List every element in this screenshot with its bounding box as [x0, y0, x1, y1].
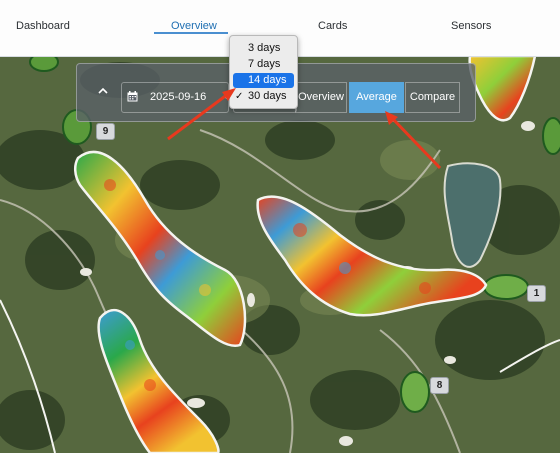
date-picker[interactable]: 2025-09-16 ⌄ — [121, 82, 231, 113]
date-value: 2025-09-16 — [150, 91, 207, 103]
view-compare-button[interactable]: Compare — [405, 82, 460, 113]
nav-cards[interactable]: Cards — [318, 20, 347, 32]
view-overview-button[interactable]: Overview — [295, 82, 347, 113]
checkmark-icon: ✓ — [235, 91, 244, 102]
range-option-30-days[interactable]: ✓ 30 days — [233, 89, 294, 104]
range-option-14-days[interactable]: 14 days — [233, 73, 294, 88]
range-option-label: 3 days — [248, 42, 281, 54]
chevron-up-icon — [98, 87, 108, 94]
range-dropdown-menu: 3 days 7 days 14 days ✓ 30 days — [229, 35, 298, 109]
nav-active-underline — [154, 32, 228, 34]
calendar-icon — [127, 91, 138, 102]
nav-sensors[interactable]: Sensors — [451, 20, 491, 32]
range-option-label: 30 days — [248, 90, 287, 102]
range-option-7-days[interactable]: 7 days — [233, 57, 294, 72]
range-option-3-days[interactable]: 3 days — [233, 41, 294, 56]
range-option-label: 7 days — [248, 58, 281, 70]
range-option-label: 14 days — [248, 74, 287, 86]
hole-badge-8[interactable]: 8 — [430, 377, 449, 394]
nav-dashboard[interactable]: Dashboard — [16, 20, 70, 32]
hole-badge-9[interactable]: 9 — [96, 123, 115, 140]
nav-overview[interactable]: Overview — [171, 20, 217, 32]
hole-badge-1[interactable]: 1 — [527, 285, 546, 302]
view-average-button[interactable]: Average — [349, 82, 404, 113]
collapse-toolbar-button[interactable] — [95, 84, 111, 100]
